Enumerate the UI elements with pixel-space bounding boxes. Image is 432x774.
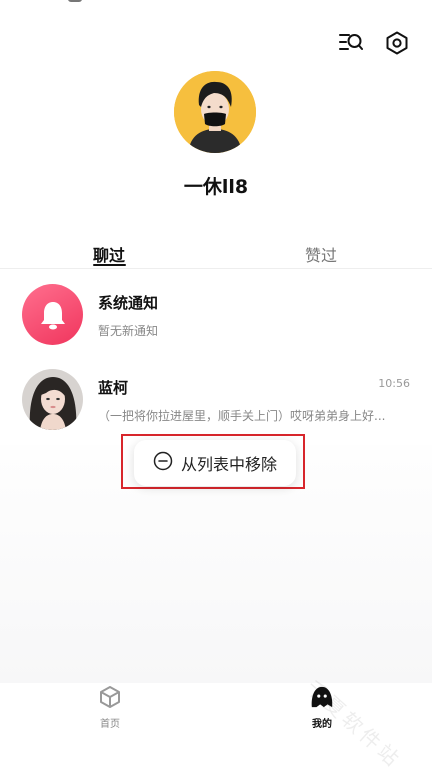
tab-bar: 聊过 赞过 xyxy=(0,240,432,269)
tab-chatted[interactable]: 聊过 xyxy=(93,242,125,266)
chat-time: 10:56 xyxy=(378,377,410,390)
nav-home[interactable]: 首页 xyxy=(80,683,140,742)
chat-preview: 暂无新通知 xyxy=(98,324,159,338)
status-bar-fragment xyxy=(68,0,82,2)
contact-avatar xyxy=(22,369,83,430)
chat-item-system-notice[interactable]: 系统通知 暂无新通知 xyxy=(0,283,432,363)
remove-from-list-label: 从列表中移除 xyxy=(180,455,277,474)
top-toolbar xyxy=(338,30,410,56)
remove-from-list-button[interactable]: 从列表中移除 xyxy=(134,440,296,486)
profile-nickname: 一休ll8 xyxy=(183,176,249,198)
nav-home-label: 首页 xyxy=(100,719,120,730)
bell-icon xyxy=(22,284,83,345)
chat-title: 蓝柯 xyxy=(98,379,129,397)
minus-circle-icon xyxy=(153,451,173,475)
profile-avatar[interactable] xyxy=(174,71,256,153)
cube-icon xyxy=(98,685,122,709)
chat-title: 系统通知 xyxy=(98,294,159,312)
chat-preview: （一把将你拉进屋里，顺手关上门）哎呀弟弟身上好... xyxy=(98,409,386,423)
search-list-icon[interactable] xyxy=(338,30,364,56)
settings-icon[interactable] xyxy=(384,30,410,56)
tab-liked[interactable]: 赞过 xyxy=(305,242,337,266)
tab-active-indicator xyxy=(93,264,126,266)
